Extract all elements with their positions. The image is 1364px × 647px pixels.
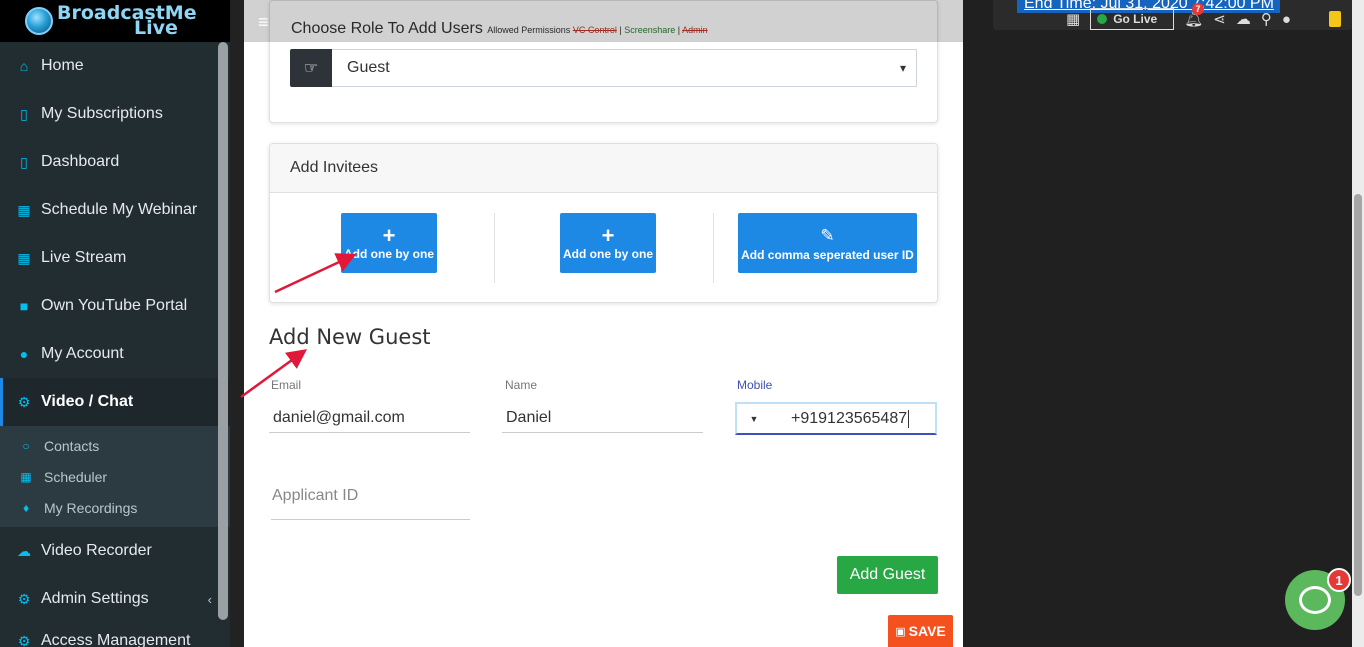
name-field[interactable]: Daniel (502, 403, 703, 433)
calendar-plus-icon: ▦ (17, 201, 31, 218)
email-label: Email (271, 378, 302, 392)
sidebar-item-home[interactable]: ⌂ Home (0, 42, 230, 90)
permissions-note: Allowed Permissions VC Control | Screens… (487, 25, 708, 35)
scrollbar-thumb[interactable] (1354, 194, 1362, 596)
sidebar-item-label: My Subscriptions (41, 105, 163, 122)
plus-icon: + (601, 223, 615, 248)
add-comma-separated-button[interactable]: ✎ Add comma seperated user ID (738, 213, 917, 273)
floppy-disk-icon: ▣ (895, 625, 906, 638)
invitees-card: Add Invitees + Add one by one + Add one … (269, 143, 938, 303)
hamburger-menu-icon[interactable]: ≡ (258, 12, 269, 33)
save-button[interactable]: ▣ SAVE (888, 615, 953, 647)
sidebar-item-admin-settings[interactable]: ⚙ Admin Settings ‹ (0, 575, 230, 623)
logo[interactable]: BroadcastMe Live (0, 0, 230, 42)
cloud-upload-icon: ☁ (17, 542, 31, 559)
page-scrollbar[interactable] (1352, 0, 1364, 647)
cogs-icon: ⚙ (17, 393, 31, 410)
sidebar-item-label: Schedule My Webinar (41, 201, 198, 218)
sidebar-item-youtube-portal[interactable]: ■ Own YouTube Portal (0, 282, 230, 330)
sidebar-gutter (230, 0, 244, 647)
sidebar-item-label: Home (41, 57, 84, 74)
text-cursor (908, 409, 910, 428)
role-card: Choose Role To Add Users Allowed Permiss… (269, 0, 938, 123)
sidebar-item-my-subscriptions[interactable]: ▯ My Subscriptions (0, 90, 230, 138)
divider (494, 213, 495, 283)
bookmark-icon: ▯ (20, 105, 28, 122)
user-icon[interactable]: ● (1282, 11, 1291, 28)
home-icon: ⌂ (19, 58, 29, 74)
bookmark-icon: ▯ (20, 153, 28, 170)
calendar-icon: ▦ (20, 469, 32, 484)
sidebar-submenu: ○ Contacts ▦ Scheduler ♦ My Recordings (0, 426, 230, 527)
mobile-field[interactable]: ▼ +919123565487 (735, 402, 937, 435)
logo-text: BroadcastMe Live (57, 2, 197, 39)
mobile-label: Mobile (737, 378, 773, 392)
calendar-icon[interactable]: ▦ (1066, 10, 1080, 28)
sticky-note-icon[interactable] (1329, 11, 1341, 27)
sidebar-item-label: Dashboard (41, 153, 120, 170)
live-dot-icon (1097, 14, 1108, 24)
sidebar-item-label: Access Management (41, 632, 191, 647)
video-camera-icon: ■ (19, 298, 29, 314)
sidebar-subitem-label: My Recordings (44, 499, 138, 516)
chat-badge: 1 (1327, 568, 1351, 592)
sidebar-item-label: Admin Settings (41, 590, 149, 607)
search-icon[interactable]: ⚲ (1261, 10, 1272, 28)
sidebar-subitem-label: Contacts (44, 437, 100, 454)
sidebar-item-access-management[interactable]: ⚙ Access Management (0, 617, 230, 647)
add-new-guest-title: Add New Guest (269, 325, 431, 349)
calendar-icon: ▦ (17, 249, 31, 266)
applicant-id-field[interactable]: Applicant ID (271, 478, 470, 520)
sidebar-item-live-stream[interactable]: ▦ Live Stream (0, 234, 230, 282)
email-field[interactable]: daniel@gmail.com (269, 403, 470, 433)
add-one-by-one-button[interactable]: + Add one by one (341, 213, 437, 273)
sidebar-scrollbar[interactable] (218, 42, 228, 620)
sidebar-subitem-contacts[interactable]: ○ Contacts (0, 430, 230, 461)
sidebar-subitem-scheduler[interactable]: ▦ Scheduler (0, 461, 230, 492)
top-icon-bar: ▦ Go Live 🔔︎ ⋖ ☁ ⚲ ● (1066, 8, 1301, 30)
sidebar-item-video-chat[interactable]: ⚙ Video / Chat ‹ (0, 378, 230, 426)
chat-bubble-icon (1299, 586, 1331, 614)
right-panel (963, 0, 1364, 647)
invitees-card-title: Add Invitees (270, 144, 937, 193)
name-label: Name (505, 378, 538, 392)
role-select[interactable]: Guest ▾ (332, 49, 917, 87)
sidebar-item-label: Live Stream (41, 249, 127, 266)
globe-logo-icon (25, 7, 53, 35)
cogs-icon: ⚙ (17, 590, 31, 607)
sidebar-item-label: Own YouTube Portal (41, 297, 188, 314)
circle-icon: ○ (22, 438, 30, 453)
sidebar-item-label: Video Recorder (41, 542, 152, 559)
add-guest-button[interactable]: Add Guest (837, 556, 938, 594)
go-live-button[interactable]: Go Live (1090, 8, 1175, 30)
sidebar-subitem-label: Scheduler (44, 468, 108, 485)
plus-icon: + (382, 223, 396, 248)
sidebar-item-label: Video / Chat (41, 393, 134, 410)
share-icon[interactable]: ⋖ (1213, 10, 1226, 28)
role-select-group: ☞ Guest ▾ (290, 49, 917, 87)
sidebar: BroadcastMe Live ⌂ Home ▯ My Subscriptio… (0, 0, 230, 647)
user-icon: ● (19, 346, 29, 362)
cogs-icon: ⚙ (17, 632, 31, 647)
add-one-by-one-button-2[interactable]: + Add one by one (560, 213, 656, 273)
sidebar-item-my-account[interactable]: ● My Account ‹ (0, 330, 230, 378)
sidebar-item-label: My Account (41, 345, 124, 362)
sidebar-subitem-my-recordings[interactable]: ♦ My Recordings (0, 492, 230, 523)
role-card-title: Choose Role To Add Users Allowed Permiss… (291, 20, 708, 37)
chevron-left-icon: ‹ (207, 592, 212, 607)
chevron-down-icon: ▾ (899, 61, 906, 75)
divider (713, 213, 714, 283)
sidebar-item-video-recorder[interactable]: ☁ Video Recorder (0, 527, 230, 575)
cloud-upload-icon[interactable]: ☁ (1236, 10, 1251, 28)
hand-pointer-icon: ☞ (290, 49, 332, 87)
country-code-dropdown[interactable]: ▼ (737, 414, 771, 424)
edit-icon: ✎ (820, 226, 835, 245)
sidebar-item-dashboard[interactable]: ▯ Dashboard (0, 138, 230, 186)
microphone-icon: ♦ (22, 500, 30, 515)
notification-badge: 7 (1192, 3, 1204, 15)
sidebar-item-schedule-webinar[interactable]: ▦ Schedule My Webinar (0, 186, 230, 234)
